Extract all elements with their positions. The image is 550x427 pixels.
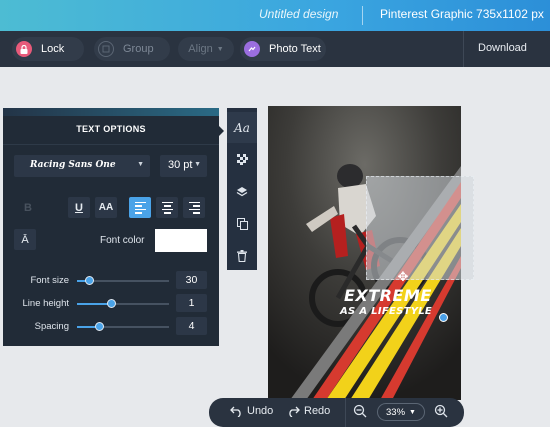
spacing-slider[interactable] — [77, 322, 169, 331]
line-height-slider-label: Line height — [22, 298, 69, 309]
toolbar-divider — [463, 31, 464, 67]
align-dropdown[interactable]: Align ▼ — [178, 37, 234, 61]
text-options-icon: Aa — [234, 120, 250, 135]
redo-label: Redo — [304, 405, 331, 417]
move-icon[interactable]: ✥ — [396, 270, 410, 284]
layers-icon — [236, 186, 248, 196]
panel-title: TEXT OPTIONS — [76, 124, 146, 134]
group-label: Group — [123, 43, 154, 55]
resize-handle[interactable] — [439, 313, 448, 322]
panel-pointer — [218, 125, 224, 137]
small-caps-button[interactable]: Ā — [14, 229, 36, 250]
uppercase-button[interactable]: AA — [95, 197, 117, 218]
photo-text-icon — [244, 41, 260, 57]
font-family-select[interactable]: Racing Sans One ▼ — [14, 155, 150, 177]
undo-icon — [230, 406, 241, 417]
lock-icon — [16, 41, 32, 57]
font-size-value: 30 pt — [168, 159, 193, 171]
chevron-down-icon: ▼ — [216, 45, 224, 53]
design-size-label: Pinterest Graphic 735x1102 px — [380, 7, 544, 21]
chevron-down-icon: ▼ — [194, 161, 201, 168]
transparency-icon — [236, 154, 248, 165]
chevron-down-icon: ▼ — [409, 408, 416, 416]
spacing-value-field[interactable]: 4 — [176, 317, 207, 335]
bottom-bar: Undo Redo 33% ▼ — [209, 398, 464, 427]
slider-knob[interactable] — [94, 322, 104, 331]
line-height-value-field[interactable]: 1 — [176, 294, 207, 312]
headline-text[interactable]: EXTREME — [344, 286, 432, 305]
align-label: Align — [188, 43, 213, 55]
chevron-down-icon: ▼ — [137, 161, 144, 168]
align-center-button[interactable] — [156, 197, 178, 218]
layers-tab[interactable] — [227, 176, 257, 207]
text-selection-box[interactable] — [366, 176, 474, 280]
slider-knob[interactable] — [85, 276, 95, 285]
header-divider — [362, 6, 363, 25]
zoom-out-icon — [353, 404, 367, 418]
element-side-strip: Aa — [227, 108, 257, 270]
text-options-panel: TEXT OPTIONS Racing Sans One ▼ 30 pt ▼ B… — [3, 116, 219, 346]
font-size-value-field[interactable]: 30 — [176, 271, 207, 289]
slider-knob[interactable] — [107, 299, 117, 308]
font-color-label: Font color — [100, 235, 145, 246]
app-header: Untitled design Pinterest Graphic 735x11… — [0, 0, 550, 31]
toolbar: Lock Group Align ▼ Photo Text Download — [0, 31, 550, 67]
spacing-slider-label: Spacing — [34, 321, 69, 332]
zoom-in-icon — [434, 404, 448, 418]
align-left-icon — [134, 201, 146, 214]
panel-divider — [3, 144, 219, 145]
download-button[interactable]: Download — [478, 42, 527, 54]
font-family-value: Racing Sans One — [30, 160, 116, 170]
photo-text-label: Photo Text — [269, 43, 321, 55]
text-options-tab[interactable]: Aa — [227, 112, 257, 143]
underline-button[interactable]: U — [68, 197, 90, 218]
group-icon — [98, 41, 114, 57]
photo-text-button[interactable]: Photo Text — [240, 37, 326, 61]
align-center-icon — [161, 201, 173, 214]
transparency-tab[interactable] — [227, 144, 257, 175]
undo-label: Undo — [247, 405, 274, 417]
zoom-out-button[interactable] — [353, 404, 367, 421]
align-right-icon — [188, 201, 200, 214]
font-size-select[interactable]: 30 pt ▼ — [160, 155, 207, 177]
align-left-button[interactable] — [129, 197, 151, 218]
subline-text[interactable]: AS A LIFESTYLE — [340, 306, 432, 317]
lock-button[interactable]: Lock — [12, 37, 84, 61]
font-color-swatch[interactable] — [155, 229, 207, 252]
panel-top-accent — [3, 108, 219, 116]
redo-button[interactable]: Redo — [287, 405, 330, 417]
zoom-value: 33% — [386, 406, 406, 418]
zoom-in-button[interactable] — [434, 404, 448, 421]
trash-icon — [237, 249, 247, 262]
delete-tab[interactable] — [227, 240, 257, 271]
bold-button[interactable]: B — [17, 197, 39, 218]
line-height-slider[interactable] — [77, 299, 169, 308]
align-right-button[interactable] — [183, 197, 205, 218]
font-size-slider[interactable] — [77, 276, 169, 285]
design-title[interactable]: Untitled design — [259, 7, 338, 21]
font-size-slider-label: Font size — [30, 275, 69, 286]
zoom-select[interactable]: 33% ▼ — [377, 403, 425, 421]
undo-button[interactable]: Undo — [230, 405, 273, 417]
copy-icon — [236, 217, 248, 230]
lock-label: Lock — [41, 43, 65, 55]
copy-tab[interactable] — [227, 208, 257, 239]
group-button[interactable]: Group — [94, 37, 170, 61]
bottom-bar-divider — [345, 398, 346, 427]
redo-icon — [289, 406, 300, 417]
